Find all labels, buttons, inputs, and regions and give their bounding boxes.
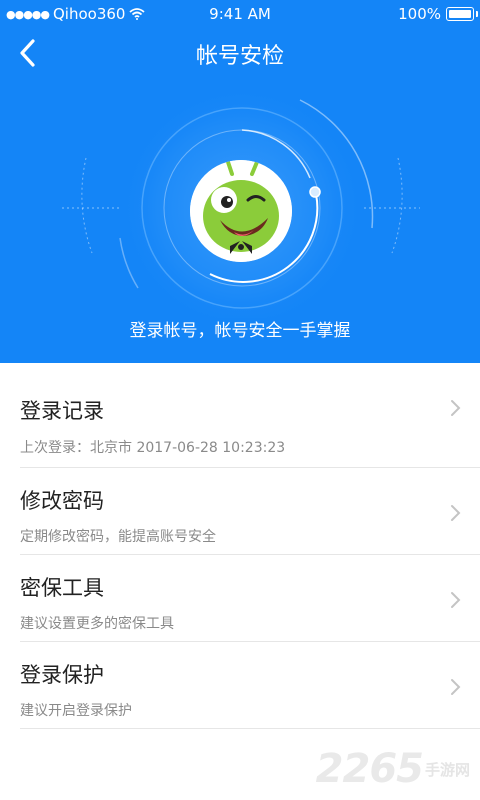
item-subtitle: 上次登录：北京市 2017-06-28 10:23:23 bbox=[20, 440, 286, 456]
nav-bar: 帐号安检 bbox=[0, 28, 480, 78]
battery-group: 100% bbox=[398, 5, 478, 23]
chevron-right-icon bbox=[451, 592, 461, 608]
battery-icon bbox=[446, 7, 478, 21]
item-subtitle: 建议开启登录保护 bbox=[20, 703, 132, 719]
hero-header: ●●●●● Qihoo360 9:41 AM 100% 帐号安检 登录帐号，帐号… bbox=[0, 0, 480, 363]
item-title: 密保工具 bbox=[20, 576, 104, 600]
item-subtitle: 建议设置更多的密保工具 bbox=[20, 616, 174, 632]
list-item-login-protection[interactable]: 登录保护 建议开启登录保护 bbox=[20, 642, 480, 729]
settings-list: 登录记录 上次登录：北京市 2017-06-28 10:23:23 修改密码 定… bbox=[0, 363, 480, 729]
status-bar: ●●●●● Qihoo360 9:41 AM 100% bbox=[0, 0, 480, 28]
item-subtitle: 定期修改密码，能提高账号安全 bbox=[20, 529, 216, 545]
chevron-right-icon bbox=[451, 679, 461, 695]
mascot-avatar bbox=[190, 160, 292, 262]
item-title: 登录记录 bbox=[20, 399, 104, 423]
watermark-number: 2265 bbox=[315, 746, 424, 792]
list-item-login-records[interactable]: 登录记录 上次登录：北京市 2017-06-28 10:23:23 bbox=[20, 363, 480, 468]
hero-tagline: 登录帐号，帐号安全一手掌握 bbox=[129, 321, 351, 341]
list-item-change-password[interactable]: 修改密码 定期修改密码，能提高账号安全 bbox=[20, 468, 480, 555]
battery-percent: 100% bbox=[398, 5, 441, 23]
item-title: 登录保护 bbox=[20, 663, 104, 687]
chevron-right-icon bbox=[451, 505, 461, 521]
item-title: 修改密码 bbox=[20, 489, 104, 513]
mascot-icon bbox=[190, 160, 292, 262]
list-item-security-tools[interactable]: 密保工具 建议设置更多的密保工具 bbox=[20, 555, 480, 642]
watermark-text: 手游网 bbox=[424, 760, 470, 779]
site-watermark: 2265 手游网 bbox=[316, 746, 470, 792]
page-title: 帐号安检 bbox=[195, 44, 284, 69]
chevron-right-icon bbox=[451, 400, 461, 416]
